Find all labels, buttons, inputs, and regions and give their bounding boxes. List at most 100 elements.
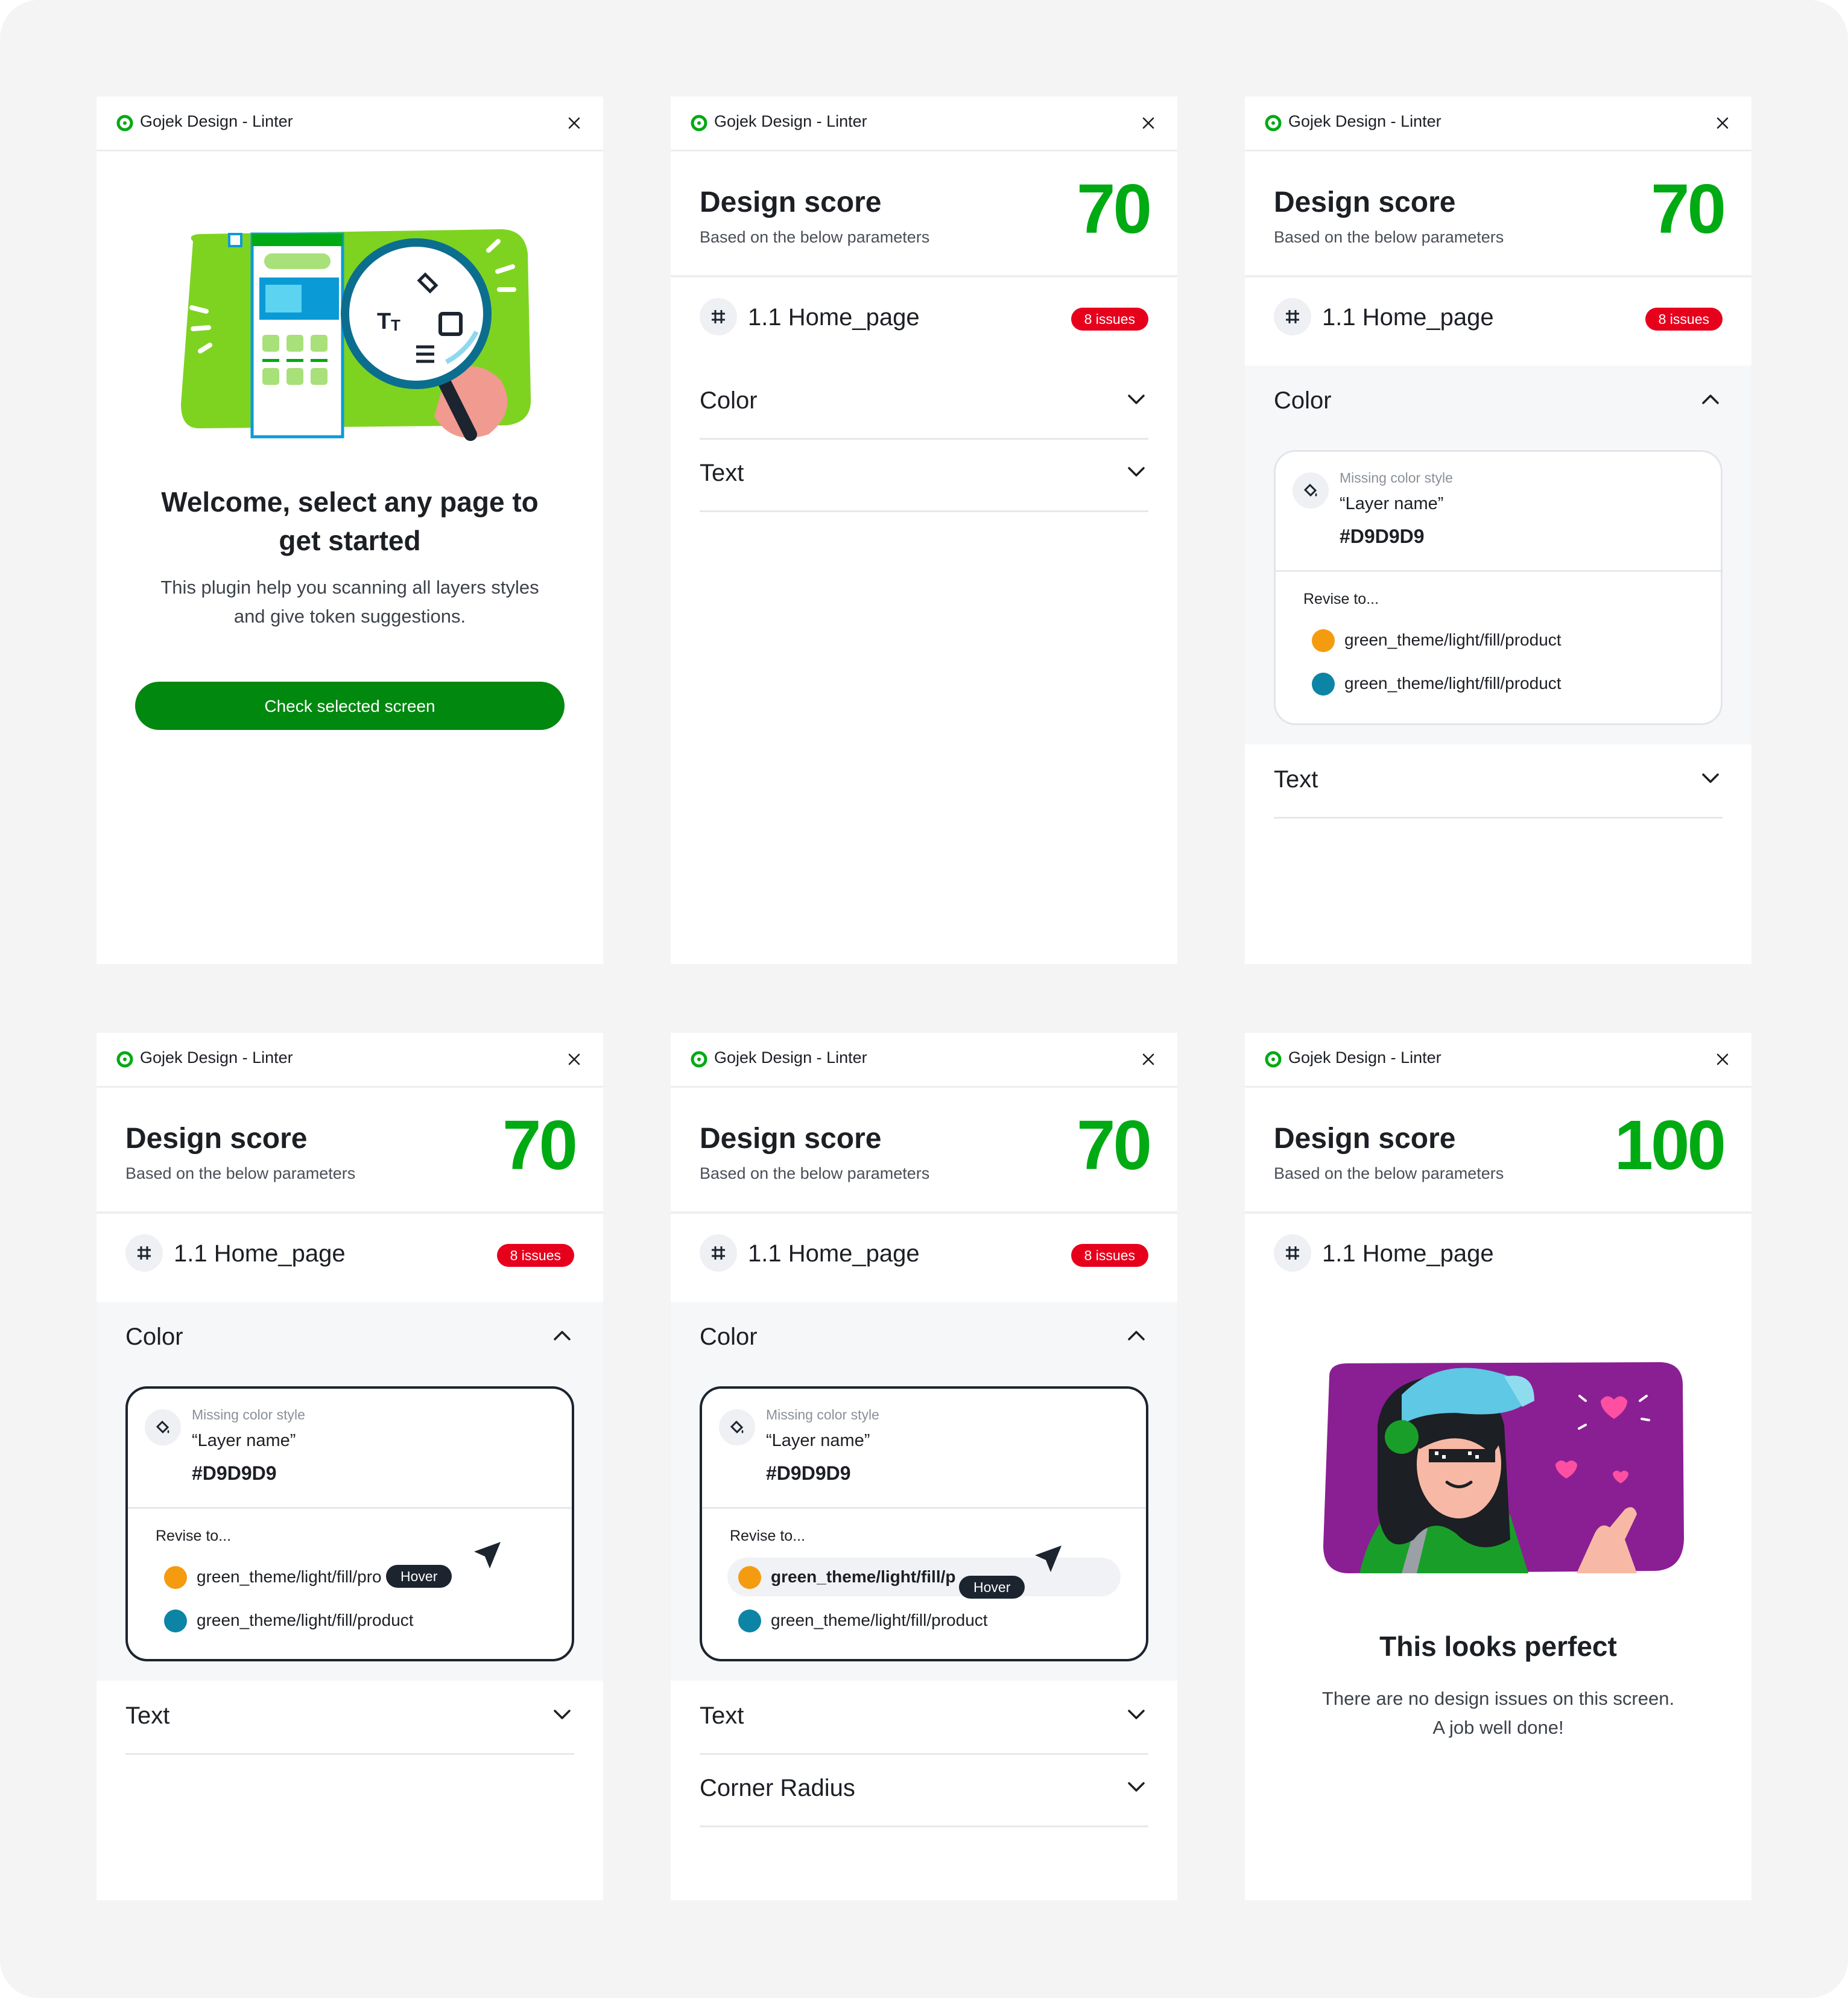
score-title: Design score: [700, 186, 882, 218]
score-title: Design score: [700, 1123, 882, 1155]
accordion-color[interactable]: Color: [1274, 366, 1723, 438]
app-title: Gojek Design - Linter: [140, 1048, 293, 1067]
welcome-title-line-2: get started: [279, 525, 421, 556]
svg-text:T: T: [377, 309, 391, 334]
hex-value: #D9D9D9: [766, 1462, 851, 1484]
score-value: 100: [1614, 1106, 1726, 1184]
page-row[interactable]: 1.1 Home_page 8 issues: [1245, 278, 1751, 352]
success-title: This looks perfect: [1379, 1631, 1617, 1662]
page-row[interactable]: 1.1 Home_page 8 issues: [671, 278, 1177, 352]
close-button[interactable]: [563, 1048, 585, 1070]
score-header: Design score Based on the below paramete…: [1245, 1086, 1751, 1214]
token-label: green_theme/light/fill/product: [197, 1611, 414, 1629]
app-title: Gojek Design - Linter: [714, 112, 867, 130]
issue-card: Missing color style “Layer name” #D9D9D9…: [700, 1386, 1148, 1661]
score-subtitle: Based on the below parameters: [1274, 1164, 1504, 1182]
close-button[interactable]: [1712, 112, 1733, 134]
score-title: Design score: [1274, 186, 1456, 218]
accordion-text[interactable]: Text: [1274, 744, 1723, 819]
close-button[interactable]: [1138, 112, 1159, 134]
frame-icon: [125, 1234, 163, 1272]
accordion-text[interactable]: Text: [125, 1681, 574, 1755]
accordion-color[interactable]: Color: [700, 366, 1148, 440]
welcome-title-line-1: Welcome, select any page to: [161, 486, 539, 518]
token-option[interactable]: green_theme/light/fill/product: [153, 1601, 546, 1640]
divider: [128, 1507, 572, 1509]
chevron-down-icon: [1124, 460, 1148, 484]
color-swatch: [1312, 629, 1335, 652]
app-title: Gojek Design - Linter: [1288, 1048, 1441, 1067]
accordion-label: Text: [700, 460, 744, 486]
accordion-color[interactable]: Color: [125, 1302, 574, 1374]
page-row[interactable]: 1.1 Home_page 8 issues: [97, 1214, 603, 1289]
close-icon: [1717, 1053, 1729, 1065]
page-row[interactable]: 1.1 Home_page: [1245, 1214, 1751, 1289]
svg-text:T: T: [391, 316, 400, 334]
gojek-logo-icon: [116, 1051, 133, 1068]
color-section-expanded: Color Missing color style “Layer name” #…: [97, 1302, 603, 1681]
close-button[interactable]: [1712, 1048, 1733, 1070]
score-title: Design score: [125, 1123, 308, 1155]
title-bar: Gojek Design - Linter: [1245, 1033, 1751, 1088]
accordion-color[interactable]: Color: [700, 1302, 1148, 1374]
page-row[interactable]: 1.1 Home_page 8 issues: [671, 1214, 1177, 1289]
page-name: 1.1 Home_page: [174, 1240, 346, 1267]
close-button[interactable]: [563, 112, 585, 134]
revise-label: Revise to...: [730, 1527, 806, 1544]
issue-caption: Missing color style: [192, 1407, 305, 1422]
token-label: green_theme/light/fill/product: [1344, 674, 1562, 693]
score-header: Design score Based on the below paramete…: [97, 1086, 603, 1214]
layer-name: “Layer name”: [192, 1431, 296, 1450]
score-header: Design score Based on the below paramete…: [671, 1086, 1177, 1214]
token-option[interactable]: green_theme/light/fill/product: [1301, 664, 1695, 703]
success-subtitle-line-2: A job well done!: [1432, 1717, 1564, 1738]
gojek-logo-icon: [116, 115, 133, 132]
close-button[interactable]: [1138, 1048, 1159, 1070]
page-name: 1.1 Home_page: [1322, 304, 1494, 331]
welcome-subtitle-line-1: This plugin help you scanning all layers…: [160, 577, 539, 598]
chevron-down-icon: [550, 1702, 574, 1727]
color-swatch: [738, 1566, 761, 1589]
artboard-canvas: Gojek Design - Linter T T Welcome, selec…: [0, 0, 1848, 1998]
accordion-corner-radius[interactable]: Corner Radius: [700, 1753, 1148, 1827]
color-swatch: [164, 1610, 187, 1632]
close-icon: [568, 117, 580, 129]
gojek-logo-icon: [1265, 115, 1282, 132]
color-swatch: [164, 1566, 187, 1589]
accordion-label: Color: [700, 1324, 758, 1350]
plugin-panel-hover: Gojek Design - Linter Design score Based…: [97, 1033, 603, 1900]
accordion-text[interactable]: Text: [700, 438, 1148, 512]
issues-badge: 8 issues: [1071, 1244, 1148, 1267]
cursor-icon: [1035, 1546, 1062, 1572]
page-name: 1.1 Home_page: [748, 304, 920, 331]
plugin-panel-hover-highlight: Gojek Design - Linter Design score Based…: [671, 1033, 1177, 1900]
issues-badge: 8 issues: [1071, 308, 1148, 331]
score-header: Design score Based on the below paramete…: [1245, 150, 1751, 278]
score-value: 70: [1076, 170, 1152, 248]
app-title: Gojek Design - Linter: [714, 1048, 867, 1067]
issues-badge: 8 issues: [496, 1244, 574, 1267]
token-option[interactable]: green_theme/light/fill/product: [727, 1601, 1121, 1640]
accordion-text[interactable]: Text: [700, 1681, 1148, 1755]
check-selected-screen-button[interactable]: Check selected screen: [135, 682, 565, 730]
divider: [702, 1507, 1146, 1509]
gojek-logo-icon: [1265, 1051, 1282, 1068]
welcome-title: Welcome, select any page to get started: [121, 483, 579, 560]
score-header: Design score Based on the below paramete…: [671, 150, 1177, 278]
chevron-down-icon: [1124, 1702, 1148, 1727]
page-name: 1.1 Home_page: [748, 1240, 920, 1267]
chevron-down-icon: [1124, 387, 1148, 411]
close-icon: [1142, 1053, 1154, 1065]
score-value: 70: [1650, 170, 1726, 248]
success-subtitle-line-1: There are no design issues on this scree…: [1321, 1688, 1675, 1709]
title-bar: Gojek Design - Linter: [1245, 97, 1751, 151]
chevron-down-icon: [1698, 766, 1723, 790]
gojek-logo-icon: [691, 115, 707, 132]
plugin-panel-welcome: Gojek Design - Linter T T Welcome, selec…: [97, 97, 603, 964]
divider: [1276, 570, 1721, 572]
token-label: green_theme/light/fill/pro: [197, 1567, 382, 1586]
issue-caption: Missing color style: [1340, 470, 1453, 486]
token-option[interactable]: green_theme/light/fill/product: [1301, 621, 1695, 659]
chevron-up-icon: [1124, 1324, 1148, 1348]
score-subtitle: Based on the below parameters: [1274, 228, 1504, 246]
